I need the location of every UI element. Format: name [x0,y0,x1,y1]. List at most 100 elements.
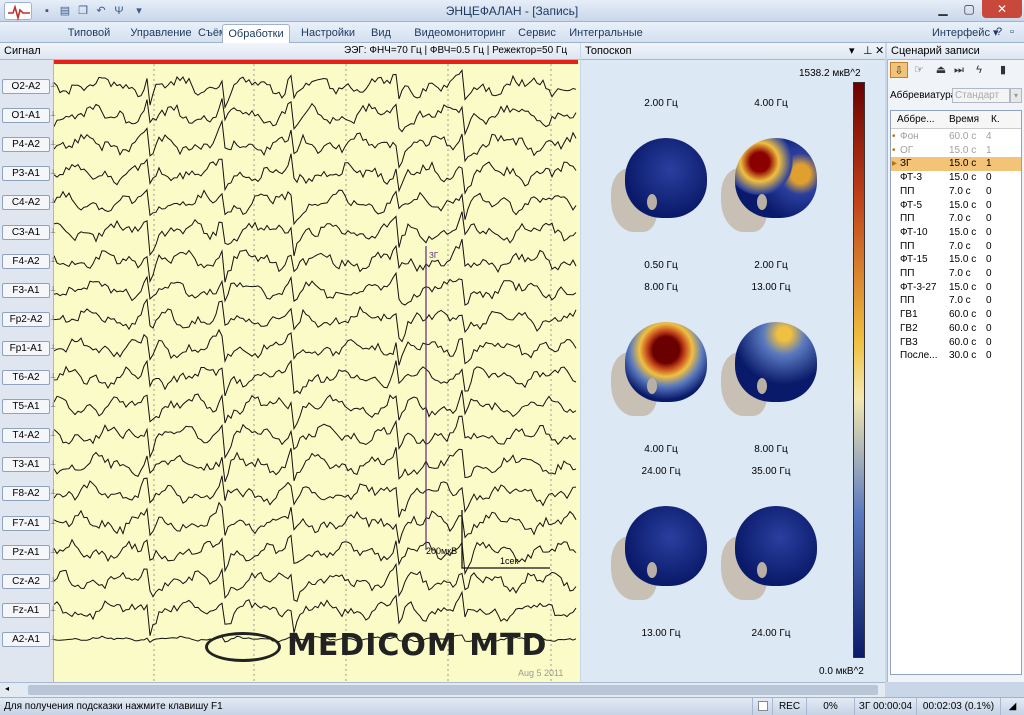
tab-settings[interactable]: Настройки [298,24,358,43]
eject-icon[interactable]: ⏏ [932,62,950,78]
scenario-row[interactable]: После... 30.0 с 0 [891,349,1021,363]
scenario-list[interactable]: Аббре... Время К. • Фон 60.0 с 4 • ОГ 15.0 с 1 ▸… [890,110,1022,675]
eeg-trace [54,119,577,169]
tab-videomonitoring[interactable]: Видеомониторинг [410,24,510,43]
channel-label[interactable]: Fz-A1 [2,602,50,618]
rec-indicator: REC [772,698,806,715]
channel-label[interactable]: Cz-A2 [2,573,50,589]
scenario-row[interactable]: ПП 7.0 с 0 [891,212,1021,226]
topomap-head[interactable] [721,138,821,234]
scenario-row[interactable]: ГВ2 60.0 с 0 [891,322,1021,336]
book-icon[interactable]: ▮ [994,62,1012,78]
close-button[interactable]: ✕ [982,0,1022,18]
topomap-head[interactable] [721,322,821,418]
minimize-button[interactable]: ▁ [930,0,956,18]
channel-label[interactable]: T3-A1 [2,457,50,473]
marker-icon[interactable]: ⇩ [890,62,908,78]
tab-control[interactable]: Управление [124,24,198,43]
toposcope-area[interactable]: 1538.2 мкВ^2 0.0 мкВ^2 2.00 Гц 0.50 Гц 4.0… [581,60,885,682]
tab-integral[interactable]: Интегральные [566,24,646,43]
hand-icon[interactable]: ☞ [910,62,928,78]
topomap-lower-freq: 8.00 Гц [754,444,788,455]
eeg-signal-area[interactable]: O2-A2 ⊥ O1-A1 ⊥ P4-A2 ⊥ P3-A1 ⊥ C4-A2 ⊥ C3-A1 ⊥ F4-A… [0,60,580,682]
channel-label[interactable]: A2-A1 [2,631,50,647]
topomap-upper-freq: 24.00 Гц [641,466,681,477]
row-time: 60.0 с [949,131,977,142]
channel-label[interactable]: F7-A1 [2,515,50,531]
tab-capture[interactable]: Съём [198,24,227,43]
next-icon[interactable]: ⏭ [950,62,968,78]
abbr-label: Аббревиатура [890,90,957,101]
scenario-row[interactable]: • Фон 60.0 с 4 [891,130,1021,144]
channel-label[interactable]: T5-A1 [2,399,50,415]
panel-close-icon[interactable]: ✕ [875,43,884,59]
channel-label[interactable]: F4-A2 [2,253,50,269]
scenario-row[interactable]: ПП 7.0 с 0 [891,294,1021,308]
scenario-row[interactable]: ПП 7.0 с 0 [891,185,1021,199]
channel-label[interactable]: F8-A2 [2,486,50,502]
scroll-left-icon[interactable]: ◂ [0,684,14,696]
row-count: 0 [986,199,992,211]
scalp-map [735,506,817,586]
resize-grip-icon[interactable]: ◢ [1000,698,1024,715]
abbr-select[interactable]: Стандарт [952,88,1010,103]
row-count: 1 [986,144,992,156]
scenario-row[interactable]: ФТ-5 15.0 с 0 [891,199,1021,213]
scenario-row[interactable]: ГВ1 60.0 с 0 [891,308,1021,322]
col-abbr[interactable]: Аббре... [897,111,935,129]
eeg-trace [54,562,577,602]
tab-processing[interactable]: Обработки [222,24,290,43]
row-abbr: ПП [900,185,915,197]
scenario-row[interactable]: ГВ3 60.0 с 0 [891,336,1021,350]
scenario-row[interactable]: ПП 7.0 с 0 [891,267,1021,281]
signal-panel-header: Сигнал ЭЭГ: ФНЧ=70 Гц | ФВЧ=0.5 Гц | Реж… [0,43,580,60]
flash-icon[interactable]: ϟ [970,62,988,78]
col-time[interactable]: Время [949,111,979,129]
tab-view[interactable]: Вид [360,24,402,43]
topomap-head[interactable] [721,506,821,602]
panel-dropdown-icon[interactable]: ▾ [849,43,855,59]
scenario-row[interactable]: ФТ-15 15.0 с 0 [891,253,1021,267]
options-icon[interactable]: ▫ [1010,26,1014,38]
channel-label[interactable]: P3-A1 [2,166,50,182]
channel-label[interactable]: Fp1-A1 [2,340,50,356]
interface-menu[interactable]: Интерфейс ▾ [932,26,999,39]
topomap-upper-freq: 13.00 Гц [751,282,791,293]
topomap-head[interactable] [611,506,711,602]
channel-label[interactable]: O2-A2 [2,79,50,94]
topomap-head[interactable] [611,322,711,418]
scenario-row[interactable]: ПП 7.0 с 0 [891,240,1021,254]
channel-label[interactable]: C4-A2 [2,195,50,211]
channel-label[interactable]: Pz-A1 [2,544,50,560]
chevron-down-icon[interactable]: ▾ [1010,88,1022,103]
channel-label[interactable]: Fp2-A2 [2,311,50,327]
col-count[interactable]: К. [991,111,1000,129]
colorbar [853,82,865,658]
scenario-row[interactable]: • ОГ 15.0 с 1 [891,144,1021,158]
scenario-row[interactable]: ФТ-3 15.0 с 0 [891,171,1021,185]
channel-label[interactable]: P4-A2 [2,137,50,153]
title-bar: ▪ ▤ ❐ ↶ Ψ ▾ ЭНЦЕФАЛАН - [Запись] ▁ ▢ ✕ [0,0,1024,22]
row-count: 0 [986,322,992,334]
row-abbr: ПП [900,295,915,307]
channel-label[interactable]: F3-A1 [2,282,50,298]
scenario-row[interactable]: ▸ ЗГ 15.0 с 1 [891,157,1021,172]
eeg-trace [54,415,577,460]
scenario-row[interactable]: ФТ-10 15.0 с 0 [891,226,1021,240]
channel-label[interactable]: O1-A1 [2,108,50,124]
scenario-row[interactable]: ФТ-3-27 15.0 с 0 [891,281,1021,295]
help-icon[interactable]: ? [996,26,1002,38]
horizontal-scrollbar[interactable]: ◂ [0,682,885,697]
row-abbr: ФТ-5 [900,199,923,211]
scroll-thumb[interactable] [28,685,878,695]
row-count: 0 [986,213,992,225]
channel-label[interactable]: C3-A1 [2,224,50,240]
maximize-button[interactable]: ▢ [956,0,982,18]
channel-label[interactable]: T4-A2 [2,428,50,444]
topomap-head[interactable] [611,138,711,234]
row-count: 0 [986,226,992,238]
channel-label[interactable]: T6-A2 [2,370,50,385]
tab-typical[interactable]: Типовой [54,24,124,43]
pin-icon[interactable]: ⊥ [863,43,873,59]
tab-service[interactable]: Сервис [512,24,562,43]
